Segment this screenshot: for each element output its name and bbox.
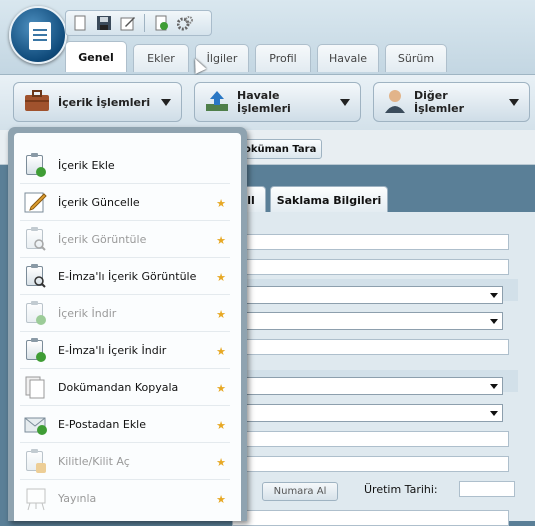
menu-item-label: İçerik Ekle bbox=[58, 158, 115, 172]
tab-surum[interactable]: Sürüm bbox=[385, 44, 447, 72]
add-content-icon bbox=[24, 153, 46, 177]
document-icon bbox=[29, 22, 51, 50]
menu-item-label: E-İmza'lı İçerik İndir bbox=[58, 343, 167, 357]
menu-item-label: İçerik Güncelle bbox=[58, 195, 140, 209]
chevron-down-icon bbox=[161, 98, 171, 106]
chevron-down-icon bbox=[509, 98, 519, 106]
ribbon-tabs: Genel Ekler İlgiler Profil Havale Sürüm bbox=[65, 41, 447, 72]
ribbon-header: Genel Ekler İlgiler Profil Havale Sürüm bbox=[0, 0, 535, 75]
menu-item-label: E-İmza'lı İçerik Görüntüle bbox=[58, 269, 197, 283]
lock-icon bbox=[24, 449, 46, 473]
favorite-star-icon[interactable]: ★ bbox=[216, 419, 226, 432]
menu-item-icerik-indir[interactable]: İçerik İndir ★ bbox=[20, 295, 230, 332]
user-icon bbox=[384, 89, 406, 116]
form-field[interactable] bbox=[232, 510, 509, 526]
diger-islemler-label: Diğer İşlemler bbox=[414, 89, 464, 115]
form-field[interactable] bbox=[232, 259, 509, 275]
form-select[interactable] bbox=[232, 404, 503, 422]
menu-item-kilitle-kilit-ac[interactable]: Kilitle/Kilit Aç ★ bbox=[20, 443, 230, 480]
form-field[interactable] bbox=[232, 234, 509, 250]
menu-item-yayinla[interactable]: Yayınla ★ bbox=[20, 480, 230, 517]
briefcase-icon bbox=[24, 89, 50, 115]
havale-islemleri-button[interactable]: Havale İşlemleri bbox=[194, 82, 361, 122]
uretim-tarihi-input[interactable] bbox=[459, 481, 515, 497]
quick-access-toolbar bbox=[65, 10, 212, 36]
havale-islemleri-label: Havale İşlemleri bbox=[237, 89, 291, 115]
upload-tray-icon bbox=[205, 90, 229, 115]
favorite-star-icon[interactable]: ★ bbox=[216, 234, 226, 247]
menu-item-label: Yayınla bbox=[58, 492, 97, 505]
favorite-star-icon[interactable]: ★ bbox=[216, 308, 226, 321]
form-field[interactable] bbox=[232, 339, 509, 355]
view-content-icon bbox=[24, 227, 46, 251]
import-icon[interactable] bbox=[153, 15, 169, 31]
favorite-star-icon[interactable]: ★ bbox=[216, 493, 226, 506]
diger-islemler-button[interactable]: Diğer İşlemler bbox=[373, 82, 530, 122]
menu-item-icerik-ekle[interactable]: İçerik Ekle bbox=[20, 147, 230, 184]
publish-board-icon bbox=[24, 487, 46, 511]
icerik-islemleri-dropdown: İçerik Ekle İçerik Güncelle ★ İçerik Gör… bbox=[8, 127, 247, 521]
favorite-star-icon[interactable]: ★ bbox=[216, 271, 226, 284]
tab-genel[interactable]: Genel bbox=[65, 41, 127, 72]
dropdown-list: İçerik Ekle İçerik Güncelle ★ İçerik Gör… bbox=[14, 133, 241, 521]
email-add-icon bbox=[24, 412, 47, 436]
tab-profil[interactable]: Profil bbox=[255, 44, 311, 72]
form-select[interactable] bbox=[232, 312, 503, 330]
favorite-star-icon[interactable]: ★ bbox=[216, 197, 226, 210]
copy-document-icon bbox=[24, 375, 46, 399]
form-field[interactable] bbox=[232, 431, 509, 447]
menu-item-label: İçerik Görüntüle bbox=[58, 232, 147, 246]
download-signed-content-icon bbox=[24, 338, 46, 362]
menu-item-dokumandan-kopyala[interactable]: Dokümandan Kopyala ★ bbox=[20, 369, 230, 406]
favorite-star-icon[interactable]: ★ bbox=[216, 456, 226, 469]
icerik-islemleri-label: İçerik İşlemleri bbox=[58, 95, 151, 109]
menu-item-e-postadan-ekle[interactable]: E-Postadan Ekle ★ bbox=[20, 406, 230, 443]
menu-item-label: Kilitle/Kilit Aç bbox=[58, 454, 130, 468]
form-field[interactable] bbox=[232, 456, 509, 472]
menu-item-label: Dokümandan Kopyala bbox=[58, 380, 179, 394]
tab-saklama-bilgileri[interactable]: Saklama Bilgileri bbox=[270, 186, 388, 214]
settings-gear-icon[interactable] bbox=[176, 15, 193, 31]
favorite-star-icon[interactable]: ★ bbox=[216, 382, 226, 395]
new-document-icon[interactable] bbox=[72, 15, 88, 31]
favorite-star-icon[interactable]: ★ bbox=[216, 345, 226, 358]
icerik-islemleri-button[interactable]: İçerik İşlemleri bbox=[13, 82, 182, 122]
download-content-icon bbox=[24, 301, 46, 325]
chevron-down-icon bbox=[340, 98, 350, 106]
menu-item-e-imzali-icerik-indir[interactable]: E-İmza'lı İçerik İndir ★ bbox=[20, 332, 230, 369]
numara-al-button[interactable]: Numara Al bbox=[262, 482, 338, 501]
form-select[interactable] bbox=[232, 286, 503, 304]
app-menu-orb-button[interactable] bbox=[9, 6, 67, 64]
menu-item-icerik-goruntule[interactable]: İçerik Görüntüle ★ bbox=[20, 221, 230, 258]
menu-item-icerik-guncelle[interactable]: İçerik Güncelle ★ bbox=[20, 184, 230, 221]
menu-item-label: İçerik İndir bbox=[58, 306, 117, 320]
edit-content-icon bbox=[24, 190, 47, 214]
tab-havale[interactable]: Havale bbox=[317, 44, 379, 72]
edit-icon[interactable] bbox=[120, 15, 136, 31]
menu-item-label: E-Postadan Ekle bbox=[58, 417, 147, 431]
form-select[interactable] bbox=[232, 377, 503, 395]
menu-item-e-imzali-icerik-goruntule[interactable]: E-İmza'lı İçerik Görüntüle ★ bbox=[20, 258, 230, 295]
uretim-tarihi-label: Üretim Tarihi: bbox=[364, 483, 438, 496]
save-icon[interactable] bbox=[96, 15, 112, 31]
tab-ekler[interactable]: Ekler bbox=[133, 44, 189, 72]
view-signed-content-icon bbox=[24, 264, 46, 288]
